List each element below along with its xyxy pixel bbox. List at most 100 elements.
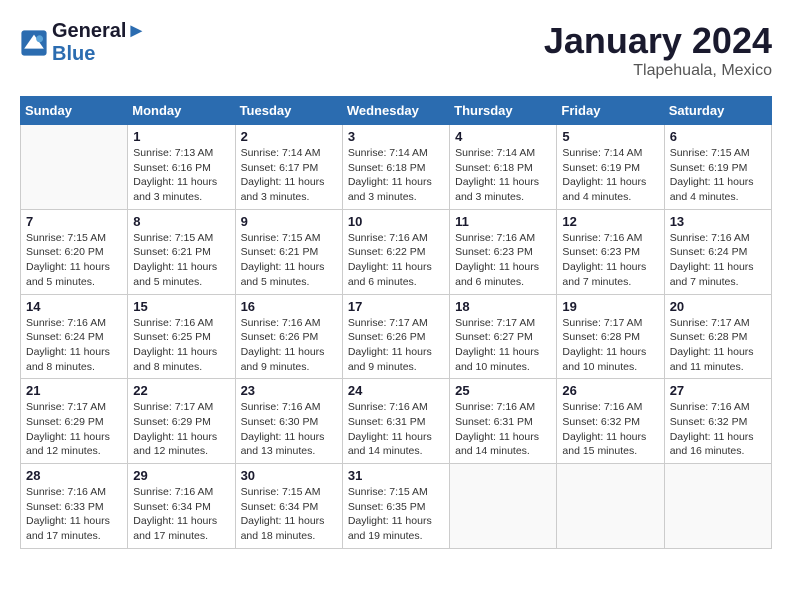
day-info: Sunrise: 7:15 AMSunset: 6:20 PMDaylight:… <box>26 231 122 290</box>
day-cell: 27Sunrise: 7:16 AMSunset: 6:32 PMDayligh… <box>664 379 771 464</box>
col-header-saturday: Saturday <box>664 97 771 125</box>
day-info: Sunrise: 7:16 AMSunset: 6:34 PMDaylight:… <box>133 485 229 544</box>
day-number: 2 <box>241 129 337 144</box>
day-info: Sunrise: 7:16 AMSunset: 6:25 PMDaylight:… <box>133 316 229 375</box>
day-info: Sunrise: 7:15 AMSunset: 6:21 PMDaylight:… <box>241 231 337 290</box>
day-info: Sunrise: 7:16 AMSunset: 6:30 PMDaylight:… <box>241 400 337 459</box>
day-number: 3 <box>348 129 444 144</box>
day-info: Sunrise: 7:17 AMSunset: 6:27 PMDaylight:… <box>455 316 551 375</box>
day-cell: 31 Sunrise: 7:15 AMSunset: 6:35 PMDayligh… <box>342 464 449 549</box>
calendar-table: SundayMondayTuesdayWednesdayThursdayFrid… <box>20 96 772 549</box>
day-info: Sunrise: 7:14 AMSunset: 6:17 PMDaylight:… <box>241 146 337 205</box>
day-info: Sunrise: 7:16 AMSunset: 6:31 PMDaylight:… <box>348 400 444 459</box>
day-info: Sunrise: 7:16 AMSunset: 6:24 PMDaylight:… <box>670 231 766 290</box>
day-cell <box>21 125 128 210</box>
day-cell: 20 Sunrise: 7:17 AMSunset: 6:28 PMDayligh… <box>664 294 771 379</box>
day-info: Sunrise: 7:16 AMSunset: 6:32 PMDaylight:… <box>670 400 766 459</box>
day-cell: 13 Sunrise: 7:16 AMSunset: 6:24 PMDayligh… <box>664 209 771 294</box>
day-cell: 12 Sunrise: 7:16 AMSunset: 6:23 PMDayligh… <box>557 209 664 294</box>
day-cell: 21Sunrise: 7:17 AMSunset: 6:29 PMDayligh… <box>21 379 128 464</box>
day-cell: 16 Sunrise: 7:16 AMSunset: 6:26 PMDayligh… <box>235 294 342 379</box>
page-header: General► Blue January 2024 Tlapehuala, M… <box>20 20 772 80</box>
day-cell: 4 Sunrise: 7:14 AMSunset: 6:18 PMDaylight… <box>450 125 557 210</box>
day-cell: 26 Sunrise: 7:16 AMSunset: 6:32 PMDayligh… <box>557 379 664 464</box>
day-cell <box>664 464 771 549</box>
week-row-1: 1Sunrise: 7:13 AMSunset: 6:16 PMDaylight… <box>21 125 772 210</box>
day-info: Sunrise: 7:14 AMSunset: 6:19 PMDaylight:… <box>562 146 658 205</box>
day-number: 17 <box>348 299 444 314</box>
day-info: Sunrise: 7:17 AMSunset: 6:29 PMDaylight:… <box>133 400 229 459</box>
day-info: Sunrise: 7:16 AMSunset: 6:22 PMDaylight:… <box>348 231 444 290</box>
day-cell: 30Sunrise: 7:15 AMSunset: 6:34 PMDayligh… <box>235 464 342 549</box>
day-info: Sunrise: 7:15 AMSunset: 6:34 PMDaylight:… <box>241 485 337 544</box>
day-cell: 29 Sunrise: 7:16 AMSunset: 6:34 PMDayligh… <box>128 464 235 549</box>
day-info: Sunrise: 7:17 AMSunset: 6:29 PMDaylight:… <box>26 400 122 459</box>
day-cell: 18 Sunrise: 7:17 AMSunset: 6:27 PMDayligh… <box>450 294 557 379</box>
day-number: 24 <box>348 383 444 398</box>
logo-text: General► Blue <box>52 20 146 66</box>
day-number: 12 <box>562 214 658 229</box>
day-number: 6 <box>670 129 766 144</box>
day-number: 15 <box>133 299 229 314</box>
week-row-5: 28Sunrise: 7:16 AMSunset: 6:33 PMDayligh… <box>21 464 772 549</box>
day-info: Sunrise: 7:15 AMSunset: 6:35 PMDaylight:… <box>348 485 444 544</box>
col-header-monday: Monday <box>128 97 235 125</box>
day-cell: 7Sunrise: 7:15 AMSunset: 6:20 PMDaylight… <box>21 209 128 294</box>
day-info: Sunrise: 7:16 AMSunset: 6:23 PMDaylight:… <box>455 231 551 290</box>
day-info: Sunrise: 7:16 AMSunset: 6:31 PMDaylight:… <box>455 400 551 459</box>
day-info: Sunrise: 7:16 AMSunset: 6:24 PMDaylight:… <box>26 316 122 375</box>
day-number: 26 <box>562 383 658 398</box>
day-number: 5 <box>562 129 658 144</box>
col-header-friday: Friday <box>557 97 664 125</box>
day-cell: 11Sunrise: 7:16 AMSunset: 6:23 PMDayligh… <box>450 209 557 294</box>
day-info: Sunrise: 7:15 AMSunset: 6:19 PMDaylight:… <box>670 146 766 205</box>
col-header-sunday: Sunday <box>21 97 128 125</box>
day-cell: 3 Sunrise: 7:14 AMSunset: 6:18 PMDaylight… <box>342 125 449 210</box>
day-cell: 8Sunrise: 7:15 AMSunset: 6:21 PMDaylight… <box>128 209 235 294</box>
day-info: Sunrise: 7:14 AMSunset: 6:18 PMDaylight:… <box>455 146 551 205</box>
day-number: 16 <box>241 299 337 314</box>
day-number: 10 <box>348 214 444 229</box>
day-number: 31 <box>348 468 444 483</box>
logo: General► Blue <box>20 20 146 66</box>
week-row-3: 14 Sunrise: 7:16 AMSunset: 6:24 PMDayligh… <box>21 294 772 379</box>
day-cell: 22 Sunrise: 7:17 AMSunset: 6:29 PMDayligh… <box>128 379 235 464</box>
day-info: Sunrise: 7:16 AMSunset: 6:23 PMDaylight:… <box>562 231 658 290</box>
day-info: Sunrise: 7:13 AMSunset: 6:16 PMDaylight:… <box>133 146 229 205</box>
day-cell: 2 Sunrise: 7:14 AMSunset: 6:17 PMDaylight… <box>235 125 342 210</box>
day-cell: 5 Sunrise: 7:14 AMSunset: 6:19 PMDaylight… <box>557 125 664 210</box>
day-info: Sunrise: 7:17 AMSunset: 6:28 PMDaylight:… <box>562 316 658 375</box>
day-info: Sunrise: 7:17 AMSunset: 6:28 PMDaylight:… <box>670 316 766 375</box>
day-info: Sunrise: 7:16 AMSunset: 6:26 PMDaylight:… <box>241 316 337 375</box>
day-number: 23 <box>241 383 337 398</box>
month-title: January 2024 <box>544 20 772 62</box>
day-number: 29 <box>133 468 229 483</box>
day-number: 4 <box>455 129 551 144</box>
day-number: 18 <box>455 299 551 314</box>
day-info: Sunrise: 7:17 AMSunset: 6:26 PMDaylight:… <box>348 316 444 375</box>
day-cell: 28Sunrise: 7:16 AMSunset: 6:33 PMDayligh… <box>21 464 128 549</box>
day-number: 25 <box>455 383 551 398</box>
col-header-wednesday: Wednesday <box>342 97 449 125</box>
column-headers: SundayMondayTuesdayWednesdayThursdayFrid… <box>21 97 772 125</box>
day-cell: 10 Sunrise: 7:16 AMSunset: 6:22 PMDayligh… <box>342 209 449 294</box>
day-cell: 15 Sunrise: 7:16 AMSunset: 6:25 PMDayligh… <box>128 294 235 379</box>
day-cell: 17 Sunrise: 7:17 AMSunset: 6:26 PMDayligh… <box>342 294 449 379</box>
day-cell: 25 Sunrise: 7:16 AMSunset: 6:31 PMDayligh… <box>450 379 557 464</box>
day-cell: 14 Sunrise: 7:16 AMSunset: 6:24 PMDayligh… <box>21 294 128 379</box>
day-number: 13 <box>670 214 766 229</box>
day-info: Sunrise: 7:16 AMSunset: 6:32 PMDaylight:… <box>562 400 658 459</box>
location: Tlapehuala, Mexico <box>544 62 772 80</box>
day-number: 8 <box>133 214 229 229</box>
day-number: 20 <box>670 299 766 314</box>
day-cell: 23 Sunrise: 7:16 AMSunset: 6:30 PMDayligh… <box>235 379 342 464</box>
day-number: 14 <box>26 299 122 314</box>
title-block: January 2024 Tlapehuala, Mexico <box>544 20 772 80</box>
day-cell: 1Sunrise: 7:13 AMSunset: 6:16 PMDaylight… <box>128 125 235 210</box>
day-cell: 24 Sunrise: 7:16 AMSunset: 6:31 PMDayligh… <box>342 379 449 464</box>
col-header-tuesday: Tuesday <box>235 97 342 125</box>
day-cell: 6 Sunrise: 7:15 AMSunset: 6:19 PMDaylight… <box>664 125 771 210</box>
day-number: 22 <box>133 383 229 398</box>
day-info: Sunrise: 7:14 AMSunset: 6:18 PMDaylight:… <box>348 146 444 205</box>
col-header-thursday: Thursday <box>450 97 557 125</box>
